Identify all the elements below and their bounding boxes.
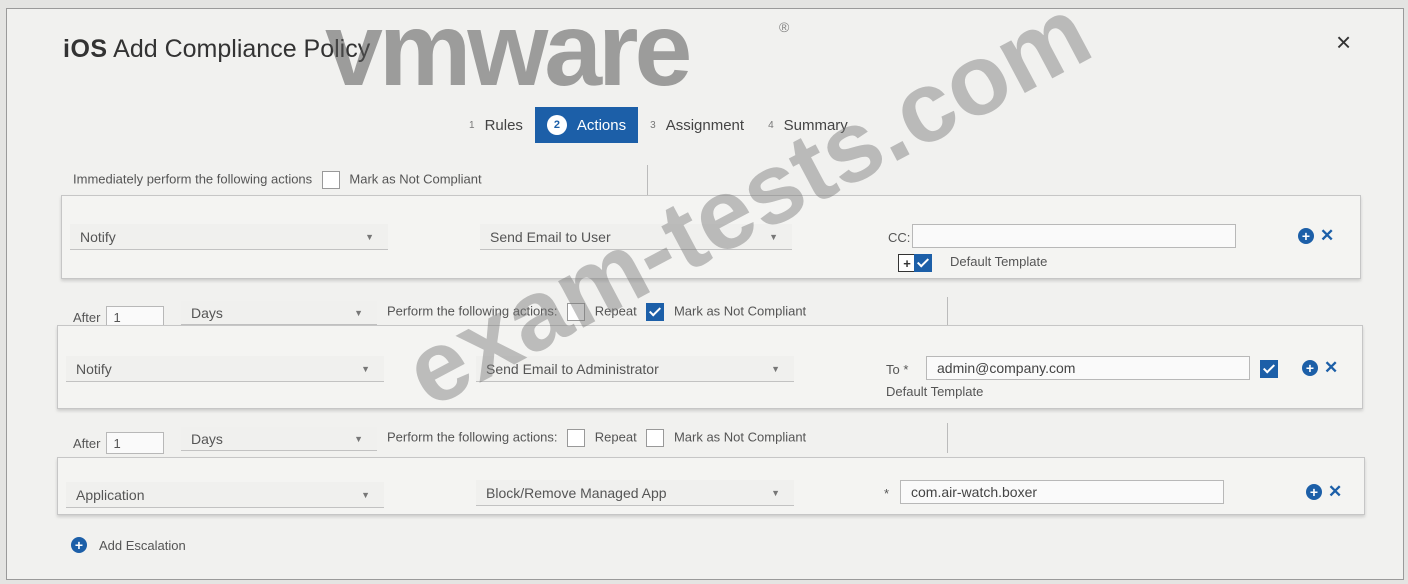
- action-detail-select[interactable]: Block/Remove Managed App ▼: [476, 480, 794, 506]
- chevron-down-icon: ▼: [354, 433, 363, 444]
- immediate-actions-text: Immediately perform the following action…: [73, 171, 313, 187]
- repeat-checkbox[interactable]: [567, 303, 586, 321]
- add-action-icon[interactable]: +: [1302, 360, 1318, 376]
- step-label: Actions: [576, 116, 627, 134]
- step-assignment[interactable]: 3 Assignment: [638, 107, 756, 143]
- after-unit-value: Days: [191, 304, 223, 321]
- repeat-checkbox[interactable]: [567, 429, 586, 447]
- chevron-down-icon: ▼: [361, 489, 370, 500]
- watermark-brand-text: vmware: [325, 0, 692, 108]
- remove-action-icon[interactable]: ✕: [1328, 483, 1342, 500]
- step-actions[interactable]: 2 Actions: [534, 107, 639, 143]
- action-type-select[interactable]: Notify ▼: [70, 224, 388, 250]
- mark-not-compliant-label: Mark as Not Compliant: [673, 429, 807, 445]
- action-panel-escalation-1: Notify ▼ Send Email to Administrator ▼ T…: [57, 325, 1363, 409]
- repeat-label: Repeat: [594, 429, 637, 445]
- add-escalation-button[interactable]: + Add Escalation: [71, 537, 186, 553]
- app-identifier-input[interactable]: com.air-watch.boxer: [900, 480, 1224, 504]
- cc-input[interactable]: [912, 224, 1236, 248]
- action-type-value: Application: [76, 486, 145, 503]
- dialog-title: iOS Add Compliance Policy: [63, 35, 370, 64]
- remove-action-icon[interactable]: ✕: [1320, 227, 1334, 244]
- immediate-actions-row: Immediately perform the following action…: [73, 171, 482, 189]
- chevron-down-icon: ▼: [769, 231, 778, 242]
- after-label: After: [73, 309, 101, 325]
- chevron-down-icon: ▼: [361, 363, 370, 374]
- action-detail-select[interactable]: Send Email to User ▼: [480, 224, 792, 250]
- divider: [947, 423, 948, 453]
- chevron-down-icon: ▼: [354, 307, 363, 318]
- after-label: After: [73, 435, 101, 451]
- step-label: Rules: [484, 116, 523, 134]
- default-template-label: Default Template: [950, 254, 1048, 269]
- action-detail-value: Send Email to User: [490, 228, 611, 245]
- chevron-down-icon: ▼: [365, 231, 374, 242]
- divider: [947, 297, 948, 327]
- action-type-value: Notify: [80, 228, 116, 245]
- wizard-steps: 1 Rules 2 Actions 3 Assignment 4 Summary: [457, 107, 860, 143]
- to-email-input[interactable]: admin@company.com: [926, 356, 1250, 380]
- add-action-icon[interactable]: +: [1298, 228, 1314, 244]
- action-type-select[interactable]: Notify ▼: [66, 356, 384, 382]
- perform-text: Perform the following actions:: [387, 303, 558, 319]
- title-text: Add Compliance Policy: [113, 35, 371, 63]
- chevron-down-icon: ▼: [771, 487, 780, 498]
- registered-mark: ®: [779, 19, 790, 35]
- repeat-label: Repeat: [594, 303, 637, 319]
- after-days-input[interactable]: 1: [106, 432, 165, 454]
- close-icon[interactable]: ×: [1336, 27, 1351, 58]
- dialog: iOS Add Compliance Policy × 1 Rules 2 Ac…: [6, 0, 1404, 580]
- remove-action-icon[interactable]: ✕: [1324, 359, 1338, 376]
- escalation-1-options: Perform the following actions: Repeat Ma…: [387, 303, 806, 321]
- action-detail-select[interactable]: Send Email to Administrator ▼: [476, 356, 794, 382]
- default-template-checkbox[interactable]: [1260, 360, 1278, 378]
- default-template-label: Default Template: [886, 384, 984, 399]
- title-prefix: iOS: [63, 35, 108, 63]
- vmware-watermark-logo: vmware: [325, 0, 692, 110]
- step-summary[interactable]: 4 Summary: [756, 107, 860, 143]
- add-circle-icon: +: [71, 537, 87, 553]
- step-number: 1: [469, 119, 475, 131]
- after-unit-select[interactable]: Days ▼: [181, 427, 377, 451]
- action-panel-immediate: Notify ▼ Send Email to User ▼ CC: + Defa…: [61, 195, 1361, 279]
- escalation-2-options: Perform the following actions: Repeat Ma…: [387, 429, 806, 447]
- step-label: Assignment: [665, 116, 745, 134]
- add-escalation-label: Add Escalation: [99, 537, 186, 553]
- divider: [647, 165, 648, 195]
- mark-not-compliant-label: Mark as Not Compliant: [673, 303, 807, 319]
- step-number: 4: [768, 119, 774, 131]
- step-rules[interactable]: 1 Rules: [457, 107, 535, 143]
- add-action-icon[interactable]: +: [1306, 484, 1322, 500]
- mark-not-compliant-checkbox[interactable]: [321, 171, 340, 189]
- mark-not-compliant-checkbox[interactable]: [646, 429, 665, 447]
- step-number: 2: [546, 115, 567, 135]
- cc-label: CC:: [888, 230, 911, 245]
- action-detail-value: Send Email to Administrator: [486, 360, 659, 377]
- chevron-down-icon: ▼: [771, 363, 780, 374]
- perform-text: Perform the following actions:: [387, 429, 558, 445]
- after-unit-value: Days: [191, 430, 223, 447]
- after-unit-select[interactable]: Days ▼: [181, 301, 377, 325]
- action-type-value: Notify: [76, 360, 112, 377]
- step-label: Summary: [783, 116, 848, 134]
- escalation-2-row: After 1: [73, 432, 165, 454]
- action-panel-escalation-2: Application ▼ Block/Remove Managed App ▼…: [57, 457, 1365, 515]
- to-label: To *: [886, 362, 909, 377]
- action-type-select[interactable]: Application ▼: [66, 482, 384, 508]
- mark-not-compliant-label: Mark as Not Compliant: [349, 171, 482, 187]
- mark-not-compliant-checkbox[interactable]: [646, 303, 665, 321]
- action-detail-value: Block/Remove Managed App: [486, 484, 667, 501]
- default-template-checkbox[interactable]: [914, 254, 932, 272]
- app-required-marker: *: [884, 486, 890, 501]
- step-number: 3: [650, 119, 656, 131]
